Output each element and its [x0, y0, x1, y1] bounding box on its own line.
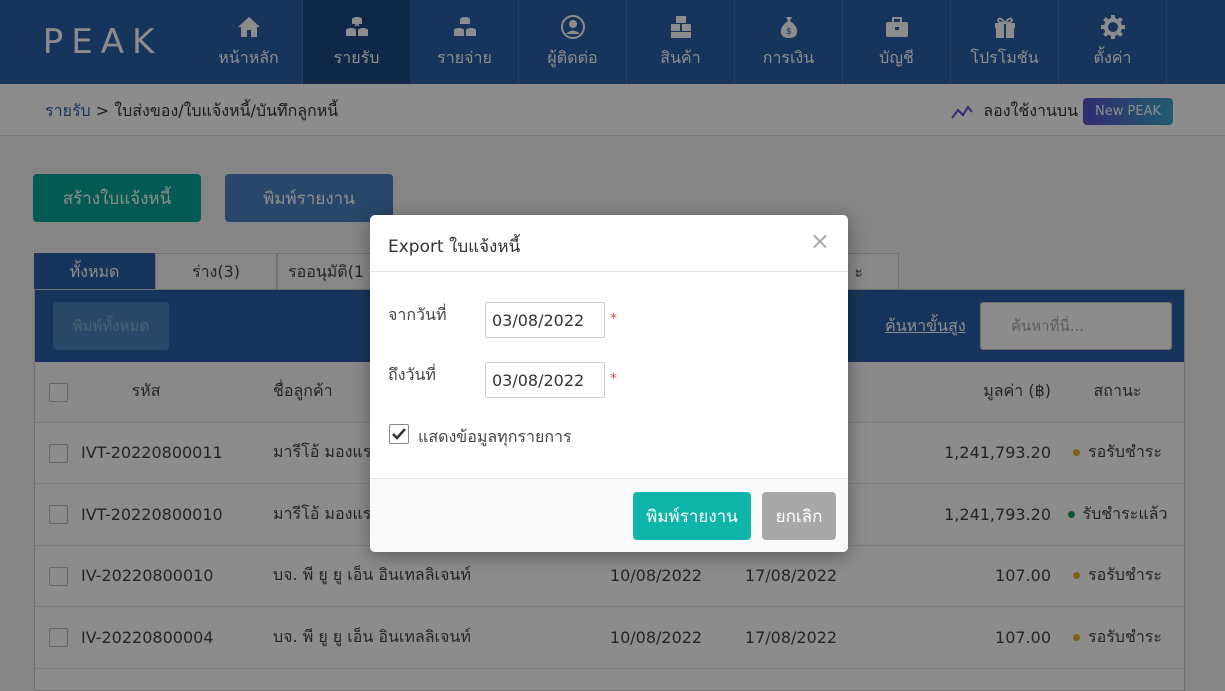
export-invoice-dialog: Export ใบแจ้งหนี้ × จากวันที่ * ถึงวันที…	[370, 215, 848, 552]
close-icon[interactable]: ×	[810, 227, 830, 255]
required-mark: *	[610, 311, 617, 327]
to-date-label: ถึงวันที่	[388, 365, 436, 384]
to-date-input[interactable]	[485, 362, 605, 398]
dialog-title: Export ใบแจ้งหนี้	[388, 237, 521, 257]
show-all-checkbox[interactable]	[389, 424, 409, 444]
dialog-header: Export ใบแจ้งหนี้ ×	[370, 215, 848, 272]
checkmark-icon	[392, 428, 406, 440]
from-date-input[interactable]	[485, 302, 605, 338]
from-date-label: จากวันที่	[388, 305, 447, 324]
cancel-button[interactable]: ยกเลิก	[762, 492, 836, 540]
print-report-dialog-button[interactable]: พิมพ์รายงาน	[633, 492, 751, 540]
dialog-footer: พิมพ์รายงาน ยกเลิก	[370, 478, 848, 552]
required-mark: *	[610, 371, 617, 387]
show-all-label[interactable]: แสดงข้อมูลทุกรายการ	[418, 425, 572, 450]
